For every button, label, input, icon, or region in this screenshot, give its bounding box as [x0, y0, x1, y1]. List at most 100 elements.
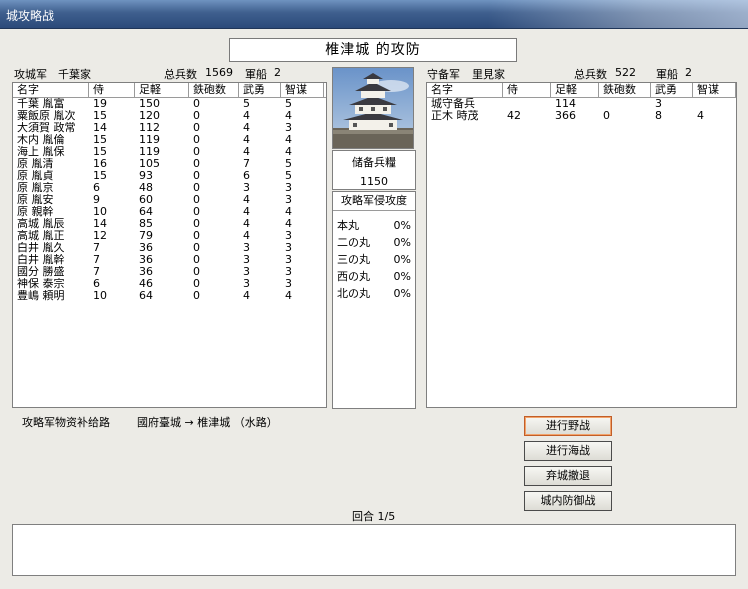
- cell-samurai: 12: [93, 230, 107, 242]
- invasion-area-name: 北の丸: [337, 287, 370, 300]
- cell-samurai: 6: [93, 182, 100, 194]
- table-row[interactable]: 原 親幹 10 64 0 4 4: [13, 206, 326, 218]
- attacker-label: 攻城军: [14, 68, 47, 81]
- col-ashigaru[interactable]: 足軽: [551, 83, 599, 97]
- invasion-row: 北の丸 0%: [333, 285, 415, 302]
- cell-guns: 0: [193, 290, 200, 302]
- cell-name: 正木 時茂: [431, 110, 479, 122]
- cell-name: 原 胤清: [17, 158, 54, 170]
- invasion-area-value: 0%: [393, 253, 411, 266]
- col-guns[interactable]: 鉄砲数: [599, 83, 651, 97]
- naval-battle-button[interactable]: 进行海战: [524, 441, 612, 461]
- cell-valor: 4: [243, 122, 250, 134]
- battle-window: 城攻略战 椎津城 的攻防 攻城军 千葉家 总兵数 1569 軍船 2 守备军 里…: [0, 0, 748, 589]
- table-row[interactable]: 高城 胤正 12 79 0 4 3: [13, 230, 326, 242]
- invasion-area-value: 0%: [393, 236, 411, 249]
- cell-valor: 3: [655, 98, 662, 110]
- cell-valor: 3: [243, 266, 250, 278]
- cell-guns: 0: [193, 254, 200, 266]
- col-wisdom[interactable]: 智谋: [693, 83, 736, 97]
- turn-counter: 回合 1/5: [352, 510, 396, 523]
- table-row[interactable]: 高城 胤辰 14 85 0 4 4: [13, 218, 326, 230]
- invasion-row: 二の丸 0%: [333, 234, 415, 251]
- cell-samurai: 14: [93, 218, 107, 230]
- table-row[interactable]: 千葉 胤富 19 150 0 5 5: [13, 98, 326, 110]
- attacker-ships-label: 軍船: [245, 68, 267, 81]
- invasion-title: 攻略军侵攻度: [333, 192, 415, 211]
- invasion-area-name: 三の丸: [337, 253, 370, 266]
- cell-guns: 0: [193, 122, 200, 134]
- cell-samurai: 15: [93, 170, 107, 182]
- cell-ashigaru: 85: [139, 218, 153, 230]
- cell-name: 高城 胤正: [17, 230, 65, 242]
- col-name[interactable]: 名字: [13, 83, 89, 97]
- castle-image: [332, 67, 414, 149]
- cell-ashigaru: 366: [555, 110, 576, 122]
- table-row[interactable]: 大須賀 政常 14 112 0 4 3: [13, 122, 326, 134]
- col-ashigaru[interactable]: 足軽: [135, 83, 189, 97]
- table-row[interactable]: 原 胤貞 15 93 0 6 5: [13, 170, 326, 182]
- col-samurai[interactable]: 侍: [503, 83, 551, 97]
- table-row[interactable]: 原 胤安 9 60 0 4 3: [13, 194, 326, 206]
- cell-wisdom: 5: [285, 158, 292, 170]
- cell-valor: 4: [243, 146, 250, 158]
- table-row[interactable]: 白井 胤久 7 36 0 3 3: [13, 242, 326, 254]
- cell-ashigaru: 150: [139, 98, 160, 110]
- cell-valor: 4: [243, 290, 250, 302]
- attacker-total-label: 总兵数: [164, 68, 197, 81]
- cell-guns: 0: [193, 242, 200, 254]
- table-row[interactable]: 原 胤清 16 105 0 7 5: [13, 158, 326, 170]
- attacker-list[interactable]: 名字 侍 足軽 鉄砲数 武勇 智谋 千葉 胤富 19 150 0 5 5 粟飯原 胤次 15 1…: [12, 82, 327, 408]
- defender-rows: 城守备兵 114 3 正木 時茂 42 366 0 8 4: [427, 98, 736, 122]
- castle-title: 椎津城 的攻防: [229, 38, 517, 62]
- cell-valor: 6: [243, 170, 250, 182]
- table-row[interactable]: 原 胤京 6 48 0 3 3: [13, 182, 326, 194]
- cell-name: 原 親幹: [17, 206, 54, 218]
- abandon-castle-button[interactable]: 弃城撤退: [524, 466, 612, 486]
- cell-wisdom: 4: [285, 110, 292, 122]
- cell-ashigaru: 119: [139, 146, 160, 158]
- col-valor[interactable]: 武勇: [239, 83, 281, 97]
- table-row[interactable]: 粟飯原 胤次 15 120 0 4 4: [13, 110, 326, 122]
- col-wisdom[interactable]: 智谋: [281, 83, 324, 97]
- supply-label: 攻略军物资补给路: [22, 416, 110, 429]
- cell-guns: 0: [193, 230, 200, 242]
- window-title: 城攻略战: [6, 9, 55, 23]
- food-label: 储备兵糧: [352, 156, 396, 169]
- invasion-row: 三の丸 0%: [333, 251, 415, 268]
- cell-guns: 0: [193, 278, 200, 290]
- col-name[interactable]: 名字: [427, 83, 503, 97]
- cell-name: 白井 胤久: [17, 242, 65, 254]
- cell-samurai: 6: [93, 278, 100, 290]
- defender-list[interactable]: 名字 侍 足軽 鉄砲数 武勇 智谋 城守备兵 114 3 正木 時茂 42 366 0 8 4: [426, 82, 737, 408]
- col-valor[interactable]: 武勇: [651, 83, 693, 97]
- field-battle-button[interactable]: 进行野战: [524, 416, 612, 436]
- cell-wisdom: 4: [285, 290, 292, 302]
- table-row[interactable]: 國分 勝盛 7 36 0 3 3: [13, 266, 326, 278]
- cell-ashigaru: 60: [139, 194, 153, 206]
- table-row[interactable]: 木内 胤倫 15 119 0 4 4: [13, 134, 326, 146]
- invasion-area-name: 本丸: [337, 219, 359, 232]
- col-samurai[interactable]: 侍: [89, 83, 135, 97]
- col-guns[interactable]: 鉄砲数: [189, 83, 239, 97]
- cell-ashigaru: 120: [139, 110, 160, 122]
- cell-name: 原 胤貞: [17, 170, 54, 182]
- defender-ships-label: 軍船: [656, 68, 678, 81]
- cell-valor: 4: [243, 206, 250, 218]
- attacker-rows: 千葉 胤富 19 150 0 5 5 粟飯原 胤次 15 120 0 4 4 大須賀 政常 14 112 0 4…: [13, 98, 326, 302]
- cell-guns: 0: [193, 218, 200, 230]
- table-row[interactable]: 海上 胤保 15 119 0 4 4: [13, 146, 326, 158]
- table-row[interactable]: 正木 時茂 42 366 0 8 4: [427, 110, 736, 122]
- table-row[interactable]: 豊嶋 頼明 10 64 0 4 4: [13, 290, 326, 302]
- defender-label: 守备军: [427, 68, 460, 81]
- title-bar[interactable]: 城攻略战: [0, 0, 748, 29]
- cell-ashigaru: 46: [139, 278, 153, 290]
- message-box[interactable]: [12, 524, 736, 576]
- cell-valor: 7: [243, 158, 250, 170]
- table-row[interactable]: 神保 泰宗 6 46 0 3 3: [13, 278, 326, 290]
- cell-guns: 0: [193, 194, 200, 206]
- castle-defense-button[interactable]: 城内防御战: [524, 491, 612, 511]
- table-row[interactable]: 白井 胤幹 7 36 0 3 3: [13, 254, 326, 266]
- table-row[interactable]: 城守备兵 114 3: [427, 98, 736, 110]
- invasion-box: 攻略军侵攻度 本丸 0% 二の丸 0% 三の丸 0% 西の丸 0% 北の丸 0%: [332, 191, 416, 409]
